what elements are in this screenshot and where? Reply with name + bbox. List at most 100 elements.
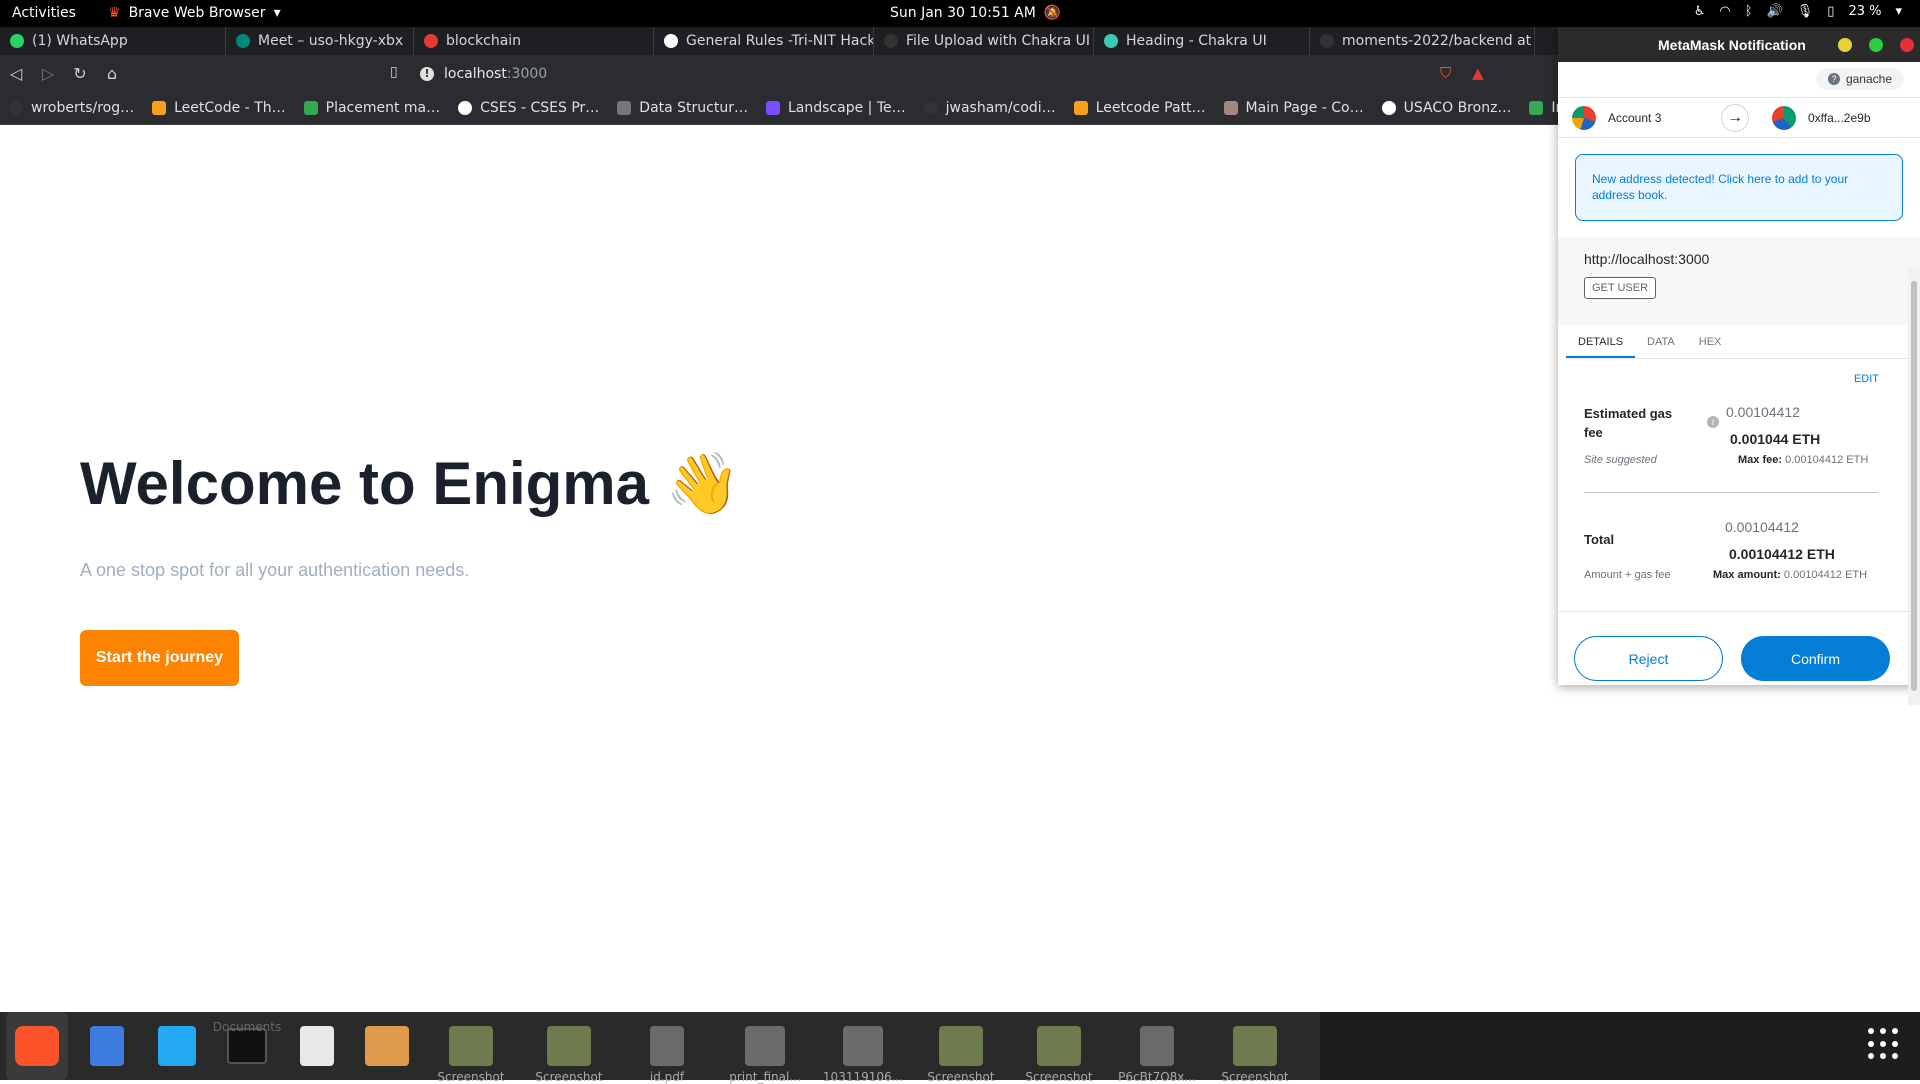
dock-files[interactable]	[76, 1012, 138, 1080]
main-page-icon	[1223, 101, 1238, 115]
home-button[interactable]: ⌂	[96, 64, 128, 83]
bookmark-item[interactable]: Leetcode Patt…	[1065, 100, 1215, 116]
app-menu[interactable]: ♛ Brave Web Browser ▾	[108, 5, 281, 21]
network-name: ganache	[1845, 72, 1892, 86]
forward-button[interactable]: ▷	[32, 64, 64, 83]
origin-url: http://localhost:3000	[1584, 251, 1710, 267]
tab-file-upload[interactable]: File Upload with Chakra UI	[874, 27, 1094, 55]
network-selector[interactable]: ? ganache	[1815, 68, 1904, 90]
tab-hex[interactable]: HEX	[1687, 325, 1734, 358]
arrow-right-icon: →	[1721, 103, 1749, 132]
address-bar[interactable]: ! localhost:3000	[420, 61, 1500, 87]
scrollbar-thumb[interactable]	[1911, 281, 1917, 691]
google-drive-icon	[1529, 101, 1544, 115]
bookmark-icon[interactable]: ▯	[390, 64, 398, 80]
dock-file[interactable]: Screenshot	[1014, 1012, 1104, 1084]
bookmark-label: jwasham/codi…	[945, 100, 1056, 116]
total-eth: 0.00104412 ETH	[1729, 546, 1835, 562]
bookmark-item[interactable]: jwasham/codi…	[915, 100, 1065, 116]
tab-blockchain[interactable]: blockchain	[414, 27, 654, 55]
back-button[interactable]: ◁	[0, 64, 32, 83]
start-journey-button[interactable]: Start the journey	[80, 630, 239, 686]
system-tray[interactable]: ♿ ◠ ᛒ 🔊 🎙 ▯ 23 % ▾	[1694, 4, 1902, 19]
bookmark-item[interactable]: LeetCode - Th…	[143, 100, 295, 116]
tab-general-rules[interactable]: General Rules -Tri-NIT Hack	[654, 27, 874, 55]
tab-label: Meet – uso-hkgy-xbx	[258, 33, 404, 49]
td-icon	[617, 101, 632, 115]
dock-vscode[interactable]	[146, 1012, 208, 1080]
dock-terminal[interactable]: Documents	[213, 1012, 281, 1080]
reload-button[interactable]: ↻	[64, 64, 96, 83]
bookmark-label: Placement ma…	[325, 100, 441, 116]
dock-file[interactable]: Screenshot	[1210, 1012, 1300, 1084]
edit-gas-link[interactable]: EDIT	[1854, 373, 1879, 385]
code-icon	[766, 101, 780, 115]
dock-file[interactable]: Screenshot	[524, 1012, 614, 1084]
dock-file[interactable]: 103119106...	[818, 1012, 908, 1084]
tab-moments-backend[interactable]: moments-2022/backend at	[1310, 27, 1535, 55]
brave-icon	[15, 1026, 59, 1066]
dock-software-store[interactable]	[356, 1012, 418, 1080]
minimize-button[interactable]	[1838, 38, 1852, 52]
brave-lion-icon: ♛	[108, 5, 121, 21]
globe-icon	[664, 34, 678, 48]
globe-icon	[458, 101, 473, 115]
google-drive-icon	[303, 101, 318, 115]
bluetooth-icon: ᛒ	[1744, 4, 1753, 19]
reject-button[interactable]: Reject	[1574, 636, 1723, 681]
metamask-titlebar[interactable]: MetaMask Notification	[1558, 27, 1920, 62]
dock-file[interactable]: P6cBt7O8x...	[1112, 1012, 1202, 1084]
confirm-button[interactable]: Confirm	[1741, 636, 1890, 681]
tab-details[interactable]: DETAILS	[1566, 325, 1636, 358]
bookmark-item[interactable]: USACO Bronz…	[1373, 100, 1521, 116]
dock-label: Screenshot	[535, 1070, 603, 1084]
bookmark-item[interactable]: Main Page - Co…	[1215, 100, 1373, 116]
bookmark-item[interactable]: Landscape | Te…	[757, 100, 915, 116]
gas-fee-label: Estimated gas fee	[1584, 406, 1673, 440]
dock-file[interactable]: print_final...	[720, 1012, 810, 1084]
metamask-popup: MetaMask Notification ? ganache Account …	[1558, 27, 1920, 705]
image-file-icon	[939, 1026, 983, 1066]
tab-whatsapp[interactable]: (1) WhatsApp	[0, 27, 226, 55]
bookmark-label: LeetCode - Th…	[174, 100, 286, 116]
image-file-icon	[1037, 1026, 1081, 1066]
site-info-icon[interactable]: !	[420, 67, 434, 81]
scrollbar[interactable]	[1908, 267, 1920, 705]
battery-percent: 23 %	[1848, 4, 1882, 19]
dock-document-viewer[interactable]	[286, 1012, 348, 1080]
power-menu-icon: ▾	[1895, 4, 1902, 19]
dock-file[interactable]: id.pdf	[622, 1012, 712, 1084]
bookmark-item[interactable]: wroberts/rog…	[0, 100, 143, 116]
close-button[interactable]	[1900, 38, 1914, 52]
to-account[interactable]: 0xffa...2e9b	[1772, 105, 1871, 130]
new-address-banner[interactable]: New address detected! Click here to add …	[1575, 154, 1903, 221]
dock-label: 103119106...	[822, 1070, 904, 1084]
document-file-icon	[1140, 1026, 1174, 1066]
tab-data[interactable]: DATA	[1635, 325, 1687, 358]
info-icon[interactable]: i	[1707, 416, 1719, 428]
details-tabs: DETAILS DATA HEX	[1566, 325, 1912, 359]
clock[interactable]: Sun Jan 30 10:51 AM 🔕	[890, 5, 1061, 21]
brave-rewards-icon[interactable]: ▲	[1472, 64, 1484, 82]
dock-file[interactable]: Screenshot	[916, 1012, 1006, 1084]
page-title: Welcome to Enigma 👋	[80, 450, 741, 517]
account-transfer-row: Account 3 → 0xffa...2e9b	[1558, 97, 1920, 138]
bookmark-label: Leetcode Patt…	[1095, 100, 1206, 116]
brave-shields-icon[interactable]: ⛉	[1440, 64, 1451, 82]
maximize-button[interactable]	[1869, 38, 1883, 52]
from-account[interactable]: Account 3	[1572, 105, 1661, 130]
bookmark-item[interactable]: CSES - CSES Pr…	[449, 100, 608, 116]
battery-icon: ▯	[1827, 4, 1835, 19]
total-value: 0.00104412	[1725, 519, 1799, 535]
dock-items: Documents Screenshot Screenshot id.pdf p…	[0, 1012, 1320, 1084]
tab-meet[interactable]: Meet – uso-hkgy-xbx	[226, 27, 414, 55]
dock-brave-browser[interactable]	[6, 1012, 68, 1080]
dock-file[interactable]: Screenshot	[426, 1012, 516, 1084]
bookmark-item[interactable]: Data Structur…	[608, 100, 757, 116]
github-icon	[884, 34, 898, 48]
show-applications-icon[interactable]	[1868, 1028, 1900, 1060]
activities-button[interactable]: Activities	[12, 5, 76, 21]
bookmark-item[interactable]: Placement ma…	[295, 100, 450, 116]
github-icon	[1320, 34, 1334, 48]
tab-heading-chakra[interactable]: Heading - Chakra UI	[1094, 27, 1310, 55]
